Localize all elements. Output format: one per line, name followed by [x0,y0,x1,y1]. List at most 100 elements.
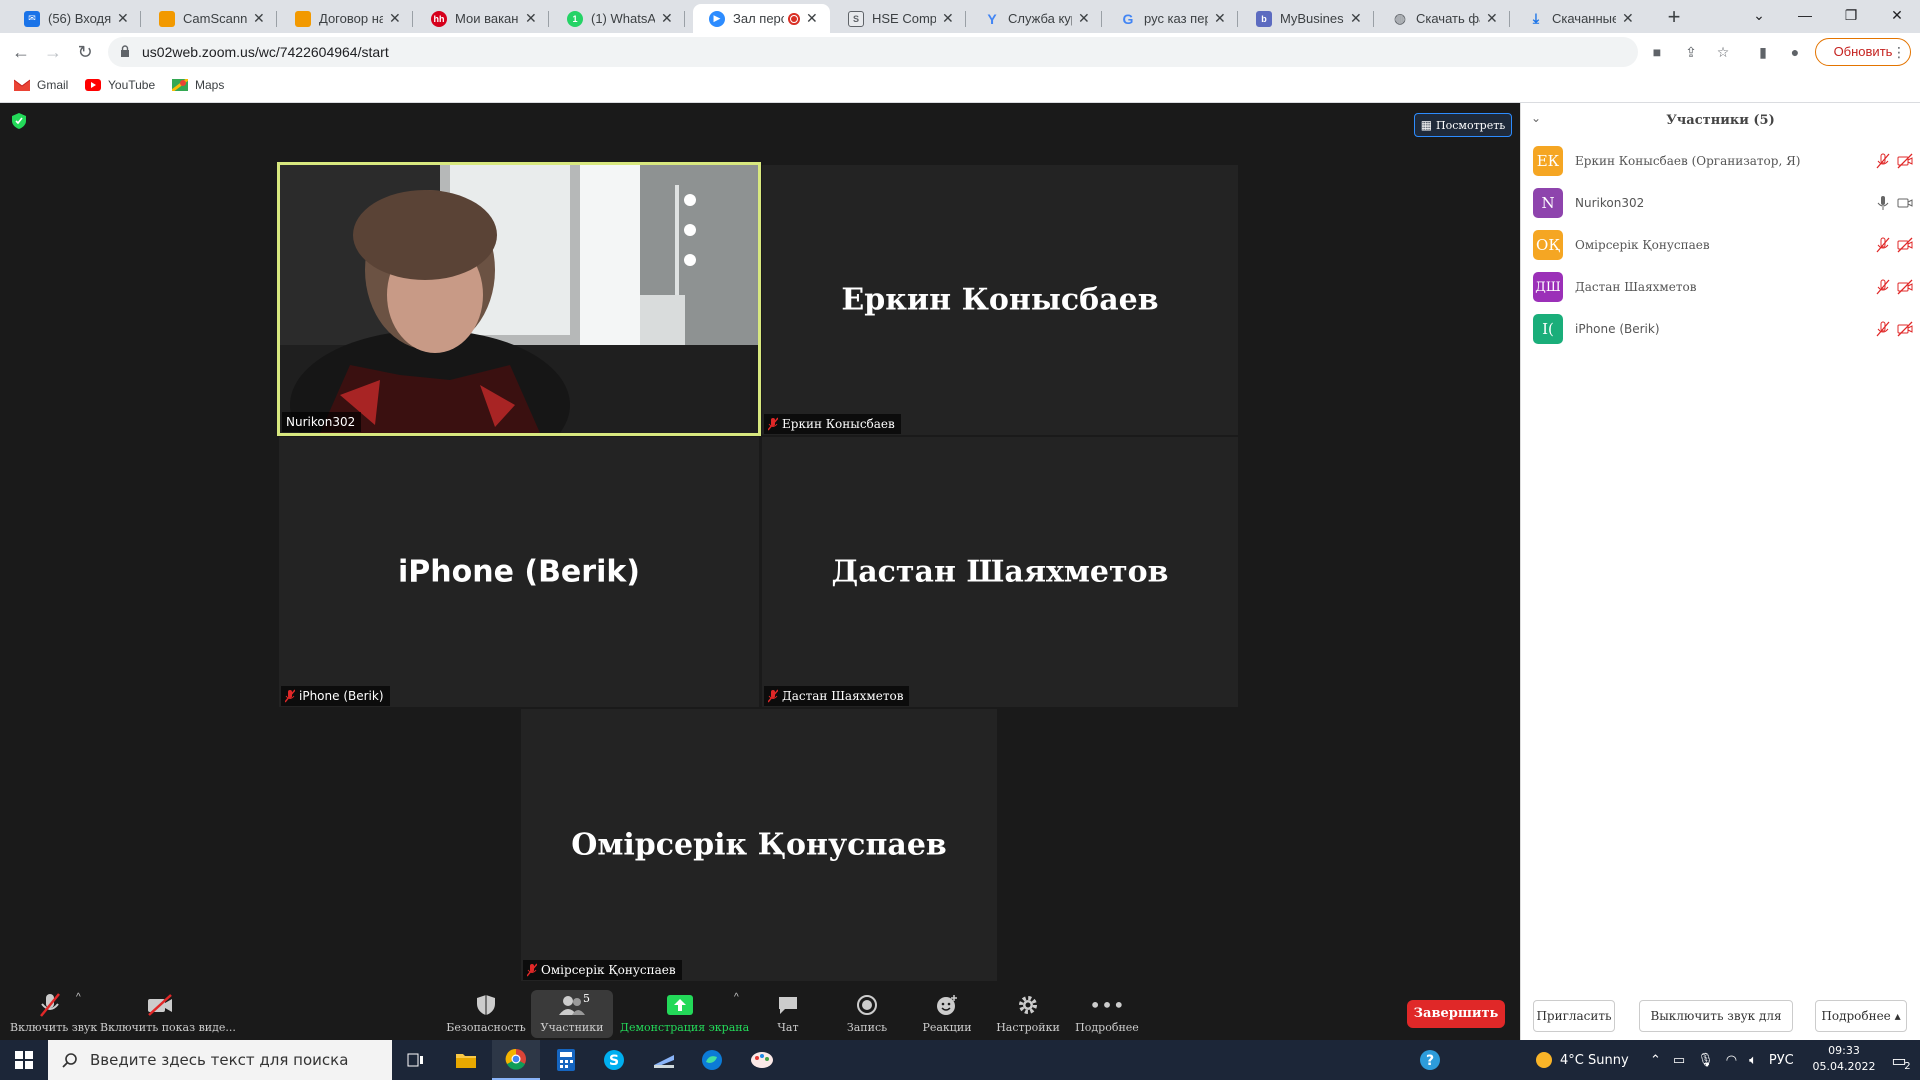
taskbar-edge[interactable] [688,1040,736,1080]
tab-camscanner[interactable]: CamScanner ✕ [143,4,277,33]
close-icon[interactable]: ✕ [389,10,403,27]
audio-options-caret[interactable]: ^ [76,992,81,1003]
camera-off-icon[interactable] [1897,279,1913,295]
new-tab-button[interactable]: + [1660,4,1688,32]
more-button[interactable]: ••• Подробнее [1075,992,1139,1034]
mic-muted-icon[interactable] [1875,237,1891,253]
close-icon[interactable]: ✕ [806,10,820,27]
close-icon[interactable]: ✕ [1486,10,1500,27]
back-icon[interactable]: ← [8,39,34,65]
taskbar-scanner[interactable] [640,1040,688,1080]
invite-button[interactable]: Пригласить [1533,1000,1615,1032]
windows-start-button[interactable] [0,1040,48,1080]
close-icon[interactable]: ✕ [942,10,956,27]
video-tile-iphone-berik[interactable]: iPhone (Berik) iPhone (Berik) [279,437,759,707]
chat-button[interactable]: Чат [758,992,818,1034]
tab-zoom[interactable]: ▶ Зал перс ✕ [693,4,830,33]
close-icon[interactable]: ✕ [525,10,539,27]
camera-off-icon[interactable] [1897,153,1913,169]
mute-all-button[interactable]: Выключить звук для всех [1639,1000,1793,1053]
participant-row[interactable]: ДШ Дастан Шаяхметов [1533,271,1913,303]
participant-row[interactable]: I( iPhone (Berik) [1533,313,1913,345]
camera-icon[interactable] [1897,195,1913,211]
mic-muted-icon[interactable] [1875,279,1891,295]
end-meeting-button[interactable]: Завершить [1407,1000,1505,1028]
tab-download-file[interactable]: ◍ Скачать фай ✕ [1376,4,1510,33]
bookmark-star-icon[interactable]: ☆ [1711,40,1735,64]
reactions-button[interactable]: Реакции [916,992,978,1034]
start-video-button[interactable]: Включить показ виде... [100,992,236,1034]
video-tile-dastan[interactable]: Дастан Шаяхметов Дастан Шаяхметов [762,437,1238,707]
microphone-icon[interactable]: 🎙︎ [1697,1053,1714,1068]
bookmark-youtube[interactable]: YouTube [85,78,155,92]
omnibox[interactable]: us02web.zoom.us/wc/7422604964/start [108,37,1638,67]
video-tile-nurikon302[interactable]: Nurikon302 [277,162,761,436]
tab-gmail[interactable]: ✉ (56) Входящи ✕ [8,4,141,33]
forward-icon[interactable]: → [40,39,66,65]
network-device-icon[interactable]: ▭ [1673,1053,1685,1068]
camera-off-icon[interactable] [1897,321,1913,337]
video-tile-omirserik[interactable]: Омірсерік Қонуспаев Омірсерік Қонуспаев [521,709,997,981]
taskbar-clock[interactable]: 09:33 05.04.2022 [1812,1043,1876,1075]
tab-hse[interactable]: S HSE Compan ✕ [832,4,966,33]
url-text[interactable]: us02web.zoom.us/wc/7422604964/start [142,44,389,60]
mic-muted-icon[interactable] [1875,321,1891,337]
tab-translate[interactable]: G рус каз пере ✕ [1104,4,1238,33]
side-panel-icon[interactable]: ▮ [1751,40,1775,64]
close-icon[interactable]: ✕ [1622,10,1636,27]
notifications-button[interactable]: ▭ 2 [1884,1040,1914,1080]
encryption-shield-icon[interactable] [12,113,26,129]
tab-contract[interactable]: Договор на в ✕ [279,4,413,33]
tab-mybusiness[interactable]: b MyBusiness - ✕ [1240,4,1374,33]
menu-icon[interactable]: ⋮ [1887,40,1911,64]
share-screen-button[interactable]: Демонстрация экрана [620,992,749,1034]
taskbar-search-box[interactable]: Введите здесь текст для поиска [48,1040,392,1080]
taskbar-file-explorer[interactable] [442,1040,490,1080]
bookmark-maps[interactable]: Maps [172,78,224,92]
taskbar-calculator[interactable] [542,1040,590,1080]
window-close-icon[interactable]: ✕ [1874,0,1920,33]
tab-courier[interactable]: Y Служба курь ✕ [968,4,1102,33]
mic-muted-icon[interactable] [1875,153,1891,169]
settings-button[interactable]: Настройки [995,992,1061,1034]
close-icon[interactable]: ✕ [1078,10,1092,27]
security-button[interactable]: Безопасность [446,992,526,1034]
panel-more-button[interactable]: Подробнее ▴ [1815,1000,1907,1032]
close-icon[interactable]: ✕ [1350,10,1364,27]
share-icon[interactable]: ⇪ [1679,40,1703,64]
close-icon[interactable]: ✕ [1214,10,1228,27]
task-view-button[interactable] [392,1040,440,1080]
close-icon[interactable]: ✕ [661,10,675,27]
taskbar-paint[interactable] [738,1040,786,1080]
restore-icon[interactable]: ❐ [1828,0,1874,33]
taskbar-chrome[interactable] [492,1040,540,1080]
tab-search-icon[interactable]: ⌄ [1736,0,1782,33]
wifi-icon[interactable]: ◠ [1726,1053,1737,1068]
participants-button[interactable]: 5 Участники [531,992,613,1034]
record-button[interactable]: Запись [837,992,897,1034]
view-button[interactable]: ▦ Посмотреть [1414,113,1512,137]
close-icon[interactable]: ✕ [253,10,267,27]
tab-whatsapp[interactable]: 1 (1) WhatsApp ✕ [551,4,685,33]
chevron-up-icon[interactable]: ⌃ [1650,1053,1661,1068]
profile-icon[interactable]: ● [1783,40,1807,64]
volume-icon[interactable]: 🔈︎ [1749,1053,1757,1068]
taskbar-help[interactable]: ? [1406,1040,1454,1080]
weather-widget[interactable]: 4°C Sunny [1536,1040,1629,1080]
taskbar-skype[interactable]: S [590,1040,638,1080]
camera-blocked-icon[interactable]: ■ [1645,40,1669,64]
participant-row[interactable]: N Nurikon302 [1533,187,1913,219]
language-indicator[interactable]: РУС [1769,1053,1794,1068]
mic-icon[interactable] [1875,195,1891,211]
share-options-caret[interactable]: ^ [734,992,739,1003]
tab-vacancies[interactable]: hh Мои ваканси ✕ [415,4,549,33]
participant-row[interactable]: ОҚ Омірсерік Қонуспаев [1533,229,1913,261]
minimize-icon[interactable]: — [1782,0,1828,33]
camera-off-icon[interactable] [1897,237,1913,253]
close-icon[interactable]: ✕ [117,10,131,27]
bookmark-gmail[interactable]: Gmail [14,78,68,92]
reload-icon[interactable]: ↻ [72,39,98,65]
participant-row[interactable]: ЕК Еркин Конысбаев (Организатор, Я) [1533,145,1913,177]
video-tile-erkin[interactable]: Еркин Конысбаев Еркин Конысбаев [762,165,1238,435]
tab-downloads[interactable]: ⤓ Скачанные ф ✕ [1512,4,1646,33]
